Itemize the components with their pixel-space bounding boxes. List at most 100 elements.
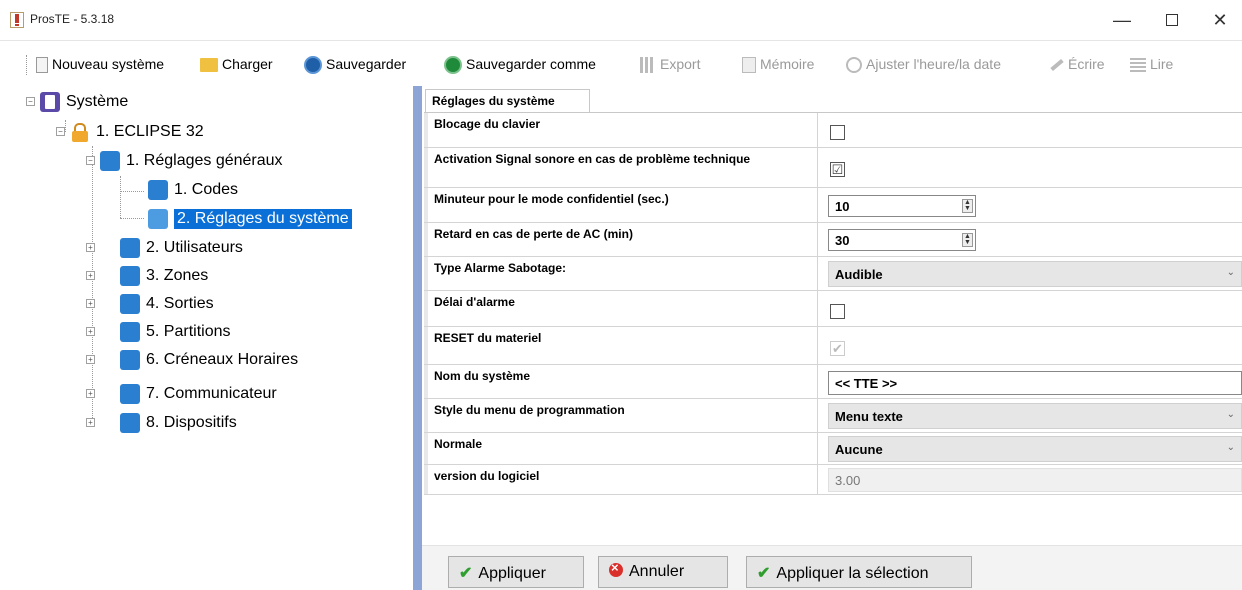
maximize-icon	[1166, 14, 1178, 26]
ac-loss-delay-value: 30	[835, 233, 850, 248]
settings-row: Blocage du clavier	[424, 113, 1242, 148]
load-button[interactable]: Charger	[200, 53, 273, 75]
save-button[interactable]: Sauvegarder	[304, 53, 406, 75]
tree-label-codes: 1. Codes	[174, 181, 239, 198]
tree-item-time-slots[interactable]: 6. Créneaux Horaires	[120, 348, 298, 372]
adjust-time-label: Ajuster l'heure/la date	[866, 56, 1001, 72]
write-label: Écrire	[1068, 56, 1105, 72]
close-button[interactable]: ✕	[1200, 6, 1240, 34]
settings-grid: Blocage du clavier Activation Signal son…	[424, 112, 1242, 495]
save-as-label: Sauvegarder comme	[466, 56, 596, 72]
system-icon	[40, 92, 60, 112]
tree-label-zones: 3. Zones	[146, 267, 209, 284]
window-title: ProsTE - 5.3.18	[30, 12, 115, 26]
adjust-time-button[interactable]: Ajuster l'heure/la date	[846, 53, 1001, 75]
tree-item-system[interactable]: Système	[40, 90, 128, 114]
ac-loss-delay-input[interactable]: 30 ▲ ▼	[828, 229, 976, 251]
expander-communicator[interactable]: +	[86, 389, 95, 398]
setting-label: Minuteur pour le mode confidentiel (sec.…	[428, 188, 818, 222]
memory-button[interactable]: Mémoire	[742, 53, 814, 75]
partitions-icon	[120, 322, 140, 342]
new-system-button[interactable]: Nouveau système	[36, 53, 164, 75]
tree-item-users[interactable]: 2. Utilisateurs	[120, 236, 243, 260]
tree-item-panel[interactable]: 1. ECLIPSE 32	[70, 120, 204, 144]
title-bar: ProsTE - 5.3.18 — ✕	[0, 0, 1242, 40]
tree-line	[92, 146, 93, 426]
tree-item-communicator[interactable]: 7. Communicateur	[120, 382, 277, 406]
menu-style-value: Menu texte	[835, 409, 903, 424]
users-icon	[120, 238, 140, 258]
software-version-field: 3.00	[828, 468, 1242, 492]
confidential-timer-input[interactable]: 10 ▲ ▼	[828, 195, 976, 217]
tree-label-system-settings: 2. Réglages du système	[174, 209, 352, 229]
tree-item-codes[interactable]: 1. Codes	[148, 178, 238, 202]
check-icon: ✔	[757, 565, 771, 582]
tree-label-general-settings: 1. Réglages généraux	[126, 152, 283, 169]
expander-general[interactable]: −	[86, 156, 95, 165]
write-button[interactable]: Écrire	[1050, 53, 1105, 75]
setting-label: RESET du materiel	[428, 327, 818, 364]
load-label: Charger	[222, 56, 273, 72]
cancel-button[interactable]: Annuler	[598, 556, 728, 588]
chevron-down-icon: ⌄	[1226, 409, 1235, 420]
system-name-input[interactable]: << TTE >>	[828, 371, 1242, 395]
export-icon	[640, 57, 656, 74]
pencil-icon	[1050, 59, 1064, 72]
setting-label: Type Alarme Sabotage:	[428, 257, 818, 290]
tree-item-devices[interactable]: 8. Dispositifs	[120, 411, 237, 435]
expander-devices[interactable]: +	[86, 418, 95, 427]
spin-down-icon: ▼	[964, 239, 971, 246]
tree-item-zones[interactable]: 3. Zones	[120, 264, 208, 288]
tree-item-outputs[interactable]: 4. Sorties	[120, 292, 214, 316]
settings-row: Minuteur pour le mode confidentiel (sec.…	[424, 188, 1242, 223]
menu-style-select[interactable]: Menu texte ⌄	[828, 403, 1242, 429]
expander-zones[interactable]: +	[86, 271, 95, 280]
minimize-button[interactable]: —	[1102, 6, 1142, 34]
save-as-button[interactable]: Sauvegarder comme	[444, 53, 596, 75]
setting-label: Délai d'alarme	[428, 291, 818, 326]
tab-system-settings[interactable]: Réglages du système	[425, 89, 590, 113]
alarm-delay-checkbox[interactable]	[830, 304, 845, 319]
settings-row: RESET du materiel ✔	[424, 327, 1242, 365]
apply-selection-label: Appliquer la sélection	[776, 565, 929, 582]
app-icon	[10, 12, 24, 28]
expander-root[interactable]: −	[26, 97, 35, 106]
tree-item-system-settings[interactable]: 2. Réglages du système	[148, 207, 352, 231]
expander-time-slots[interactable]: +	[86, 355, 95, 364]
expander-panel[interactable]: −	[56, 127, 65, 136]
tree-item-general-settings[interactable]: 1. Réglages généraux	[100, 149, 283, 173]
expander-users[interactable]: +	[86, 243, 95, 252]
spinner-icon[interactable]: ▲ ▼	[962, 233, 973, 247]
normal-select[interactable]: Aucune ⌄	[828, 436, 1242, 462]
tree-label-users: 2. Utilisateurs	[146, 239, 243, 256]
tree-item-partitions[interactable]: 5. Partitions	[120, 320, 230, 344]
settings-icon	[100, 151, 120, 171]
expander-partitions[interactable]: +	[86, 327, 95, 336]
chevron-down-icon: ⌄	[1226, 442, 1235, 453]
read-button[interactable]: Lire	[1130, 53, 1173, 75]
settings-row: Activation Signal sonore en cas de probl…	[424, 148, 1242, 188]
wrench-icon	[148, 180, 168, 200]
export-button[interactable]: Export	[640, 53, 700, 75]
read-label: Lire	[1150, 56, 1174, 72]
apply-button[interactable]: ✔ Appliquer	[448, 556, 584, 588]
outputs-icon	[120, 294, 140, 314]
settings-row: Retard en cas de perte de AC (min) 30 ▲ ▼	[424, 223, 1242, 257]
expander-outputs[interactable]: +	[86, 299, 95, 308]
maximize-button[interactable]	[1152, 6, 1192, 34]
confidential-timer-value: 10	[835, 199, 850, 214]
settings-row: Normale Aucune ⌄	[424, 433, 1242, 465]
normal-value: Aucune	[835, 442, 883, 457]
beep-on-trouble-checkbox[interactable]: ☑	[830, 162, 845, 177]
keypad-lock-checkbox[interactable]	[830, 125, 845, 140]
tamper-type-select[interactable]: Audible ⌄	[828, 261, 1242, 287]
apply-selection-button[interactable]: ✔ Appliquer la sélection	[746, 556, 972, 588]
panel-splitter[interactable]	[413, 86, 422, 590]
tree-line	[120, 191, 144, 192]
setting-label: Normale	[428, 433, 818, 464]
spinner-icon[interactable]: ▲ ▼	[962, 199, 973, 213]
tree-label-devices: 8. Dispositifs	[146, 414, 237, 431]
save-as-icon	[444, 56, 462, 75]
tamper-type-value: Audible	[835, 267, 883, 282]
devices-icon	[120, 413, 140, 433]
